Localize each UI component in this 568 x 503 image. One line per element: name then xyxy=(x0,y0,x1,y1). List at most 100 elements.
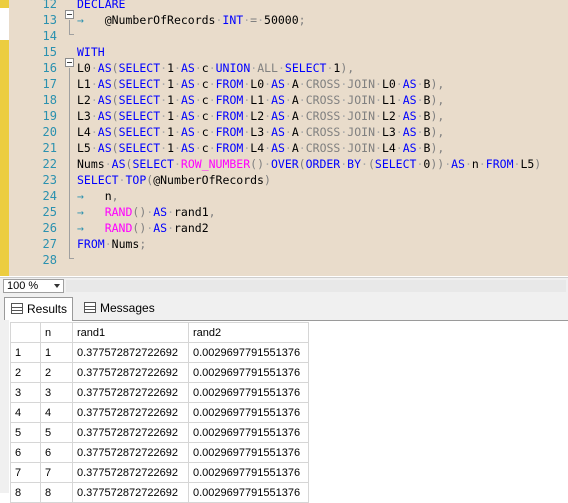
table-row[interactable]: 2 2 0.377572872722692 0.0029697791551376 xyxy=(10,362,309,383)
table-row[interactable]: 5 5 0.377572872722692 0.0029697791551376 xyxy=(10,422,309,443)
code-line[interactable]: SELECT·TOP(@NumberOfRecords) xyxy=(77,172,271,188)
row-header[interactable]: 7 xyxy=(10,462,41,483)
row-header[interactable]: 2 xyxy=(10,362,41,383)
cell-rand2[interactable]: 0.0029697791551376 xyxy=(188,442,309,463)
cell-n[interactable]: 1 xyxy=(40,342,73,363)
collapse-icon[interactable] xyxy=(65,58,74,67)
row-header[interactable]: 4 xyxy=(10,402,41,423)
code-token: · xyxy=(257,13,265,27)
code-token: A xyxy=(291,109,299,123)
code-token: RAND xyxy=(104,221,133,235)
code-token: WITH xyxy=(77,45,105,59)
table-row[interactable]: 1 1 0.377572872722692 0.0029697791551376 xyxy=(10,342,309,363)
code-token: AS xyxy=(180,109,195,123)
cell-n[interactable]: 2 xyxy=(40,362,73,383)
table-row[interactable]: 3 3 0.377572872722692 0.0029697791551376 xyxy=(10,382,309,403)
cell-rand1[interactable]: 0.377572872722692 xyxy=(72,382,189,403)
zoom-dropdown[interactable]: 100 % xyxy=(3,279,64,293)
column-header-rand2[interactable]: rand2 xyxy=(188,322,309,343)
column-header-rand1[interactable]: rand1 xyxy=(72,322,189,343)
cell-rand1[interactable]: 0.377572872722692 xyxy=(72,462,189,483)
table-row[interactable]: 6 6 0.377572872722692 0.0029697791551376 xyxy=(10,442,309,463)
code-token: AS xyxy=(271,109,285,123)
code-token: ORDER xyxy=(305,157,341,171)
code-line[interactable]: → @NumberOfRecords·INT·=·50000; xyxy=(77,12,306,28)
cell-n[interactable]: 7 xyxy=(40,462,73,483)
code-line[interactable]: DECLARE xyxy=(77,0,125,12)
code-line[interactable]: L5·AS(SELECT·1·AS·c·FROM·L4·AS·A·CROSS·J… xyxy=(77,140,444,156)
code-token: FROM xyxy=(77,237,105,251)
chevron-down-icon[interactable] xyxy=(54,284,60,288)
cell-rand1[interactable]: 0.377572872722692 xyxy=(72,362,189,383)
code-line[interactable]: Nums·AS(SELECT·ROW_NUMBER()·OVER(ORDER·B… xyxy=(77,156,541,172)
code-line[interactable]: → n, xyxy=(77,188,119,204)
cell-rand2[interactable]: 0.0029697791551376 xyxy=(188,342,309,363)
code-token: FROM xyxy=(215,77,244,91)
code-token: · xyxy=(395,109,403,123)
row-header[interactable]: 3 xyxy=(10,382,41,403)
outline-guide-end xyxy=(69,34,74,35)
cell-rand2[interactable]: 0.0029697791551376 xyxy=(188,422,309,443)
code-token: @NumberOfRecords xyxy=(153,173,264,187)
line-number: 17 xyxy=(42,77,57,91)
code-token: ( xyxy=(298,157,306,171)
code-token: AS xyxy=(180,141,195,155)
code-token: → xyxy=(77,205,105,219)
code-token: SELECT xyxy=(118,93,161,107)
query-editor[interactable]: 12 DECLARE 13 → @NumberOfRecords·INT·=·5000… xyxy=(0,0,568,276)
cell-rand1[interactable]: 0.377572872722692 xyxy=(72,402,189,423)
cell-rand1[interactable]: 0.377572872722692 xyxy=(72,342,189,363)
row-header[interactable]: 6 xyxy=(10,442,41,463)
code-token: JOIN xyxy=(347,77,375,91)
code-token: AS xyxy=(402,109,417,123)
collapse-icon[interactable] xyxy=(65,10,74,19)
cell-rand1[interactable]: 0.377572872722692 xyxy=(72,422,189,443)
cell-rand2[interactable]: 0.0029697791551376 xyxy=(188,362,309,383)
tab-messages[interactable]: Messages xyxy=(78,297,158,319)
code-token: L2 xyxy=(250,109,265,123)
code-token: c xyxy=(201,61,209,75)
code-token: · xyxy=(194,125,202,139)
code-token: · xyxy=(284,109,292,123)
table-row[interactable]: 4 4 0.377572872722692 0.0029697791551376 xyxy=(10,402,309,423)
code-token: · xyxy=(90,61,98,75)
code-line[interactable]: → RAND()·AS·rand1, xyxy=(77,204,216,220)
code-token: AS xyxy=(402,141,417,155)
cell-rand2[interactable]: 0.0029697791551376 xyxy=(188,382,309,403)
cell-rand2[interactable]: 0.0029697791551376 xyxy=(188,462,309,483)
code-line[interactable]: FROM·Nums; xyxy=(77,236,146,252)
row-header[interactable]: 5 xyxy=(10,422,41,443)
code-line[interactable]: L4·AS(SELECT·1·AS·c·FROM·L3·AS·A·CROSS·J… xyxy=(77,124,444,140)
code-line[interactable]: → RAND()·AS·rand2 xyxy=(77,220,209,236)
code-token: → xyxy=(77,221,105,235)
code-token: · xyxy=(464,157,472,171)
code-line[interactable]: L1·AS(SELECT·1·AS·c·FROM·L0·AS·A·CROSS·J… xyxy=(77,76,444,92)
row-header[interactable]: 1 xyxy=(10,342,41,363)
tab-results[interactable]: Results xyxy=(4,297,73,321)
code-token: SELECT xyxy=(77,173,119,187)
code-token: L4 xyxy=(381,141,396,155)
code-token: · xyxy=(298,125,306,139)
table-row[interactable]: 7 7 0.377572872722692 0.0029697791551376 xyxy=(10,462,309,483)
cell-n[interactable]: 5 xyxy=(40,422,73,443)
cell-rand2[interactable]: 0.0029697791551376 xyxy=(188,402,309,423)
vertical-scrollbar[interactable] xyxy=(554,0,568,276)
cell-n[interactable]: 3 xyxy=(40,382,73,403)
code-token: AS xyxy=(402,93,417,107)
code-line[interactable]: L0·AS(SELECT·1·AS·c·UNION·ALL·SELECT·1), xyxy=(77,60,354,76)
code-token: · xyxy=(375,93,382,107)
corner-cell[interactable] xyxy=(10,322,41,343)
code-token: JOIN xyxy=(347,109,375,123)
code-line[interactable]: L2·AS(SELECT·1·AS·c·FROM·L1·AS·A·CROSS·J… xyxy=(77,92,444,108)
results-grid[interactable]: n rand1 rand2 1 1 0.377572872722692 0.00296… xyxy=(10,322,309,503)
code-line[interactable]: WITH xyxy=(77,44,105,60)
cell-rand1[interactable]: 0.377572872722692 xyxy=(72,442,189,463)
tab-messages-label: Messages xyxy=(100,301,155,315)
code-token: L1 xyxy=(77,77,91,91)
code-line[interactable]: L3·AS(SELECT·1·AS·c·FROM·L2·AS·A·CROSS·J… xyxy=(77,108,444,124)
cell-n[interactable]: 6 xyxy=(40,442,73,463)
column-header-n[interactable]: n xyxy=(40,322,73,343)
code-token: · xyxy=(90,125,98,139)
horizontal-scrollbar[interactable] xyxy=(66,280,566,292)
cell-n[interactable]: 4 xyxy=(40,402,73,423)
